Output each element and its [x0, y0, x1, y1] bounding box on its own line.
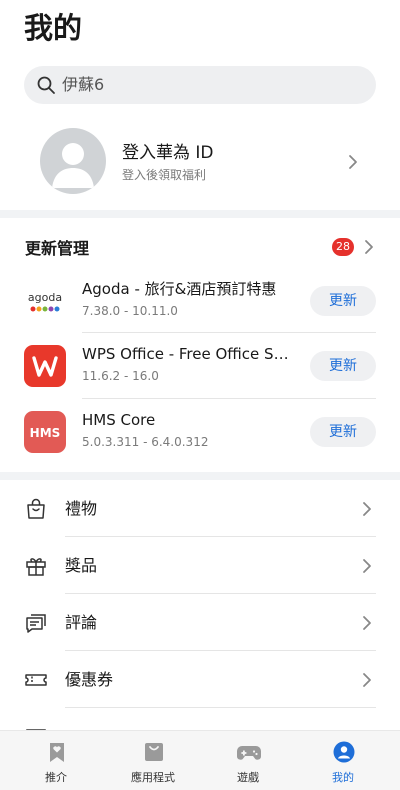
- avatar[interactable]: [40, 128, 106, 194]
- update-management-section: 更新管理 28 agoda Agoda - 旅行&酒店預訂特惠 7.38.0 -…: [0, 218, 400, 472]
- default-avatar-icon: [52, 143, 94, 188]
- comment-icon: [26, 614, 46, 633]
- login-subtitle: 登入後領取福利: [122, 168, 207, 182]
- tab-label: 遊戲: [237, 771, 259, 784]
- menu-item-label: 優惠券: [65, 670, 114, 689]
- tab-games[interactable]: 遊戲: [198, 731, 298, 790]
- chevron-right-icon: [349, 155, 357, 169]
- menu-item-label: 禮物: [65, 499, 98, 518]
- tab-apps[interactable]: 應用程式: [103, 731, 203, 790]
- menu-item-label: 獎品: [65, 556, 98, 575]
- tab-label: 應用程式: [131, 771, 175, 784]
- chevron-right-icon: [363, 673, 371, 687]
- divider: [82, 332, 376, 333]
- chevron-right-icon: [363, 616, 371, 630]
- update-management-heading[interactable]: 更新管理: [25, 239, 89, 259]
- update-button[interactable]: 更新: [310, 417, 376, 447]
- svg-text:HMS: HMS: [30, 426, 61, 440]
- bookmark-heart-icon: [50, 743, 64, 762]
- app-version: 7.38.0 - 10.11.0: [82, 304, 178, 318]
- person-icon: [333, 741, 355, 763]
- page-title: 我的: [24, 11, 83, 45]
- app-name: Agoda - 旅行&酒店預訂特惠: [82, 280, 277, 298]
- menu-item-label: 評論: [65, 613, 98, 632]
- menu-item-gifts[interactable]: 禮物: [0, 480, 400, 537]
- menu-item-coupons[interactable]: 優惠券: [0, 651, 400, 708]
- top-section: 我的 伊蘇6 登入華為 ID 登入後領取福利: [0, 0, 400, 210]
- search-input[interactable]: 伊蘇6: [62, 66, 104, 104]
- agoda-logo-icon: agoda: [24, 280, 66, 322]
- tab-recommend[interactable]: 推介: [6, 731, 106, 790]
- update-button[interactable]: 更新: [310, 351, 376, 381]
- chevron-right-icon: [363, 502, 371, 516]
- tab-label: 推介: [45, 771, 67, 784]
- app-name: WPS Office - Free Office Suit for...: [82, 345, 297, 363]
- search-icon: [37, 76, 55, 94]
- tab-me[interactable]: 我的: [293, 731, 393, 790]
- svg-text:agoda: agoda: [28, 291, 62, 304]
- update-button[interactable]: 更新: [310, 286, 376, 316]
- tab-label: 我的: [332, 771, 354, 784]
- wps-office-logo-icon: [24, 345, 66, 387]
- shopping-bag-icon: [145, 743, 163, 761]
- coupon-icon: [25, 674, 47, 686]
- gamepad-icon: [236, 746, 262, 760]
- app-version: 5.0.3.311 - 6.4.0.312: [82, 435, 209, 449]
- divider: [82, 398, 376, 399]
- chevron-right-icon: [363, 559, 371, 573]
- gift-bag-icon: [27, 498, 45, 519]
- chevron-right-icon[interactable]: [362, 237, 376, 257]
- login-title[interactable]: 登入華為 ID: [122, 142, 214, 164]
- menu-list: 禮物 獎品 評論 優惠券: [0, 480, 400, 740]
- gift-box-icon: [26, 558, 46, 576]
- app-row-hms-core[interactable]: HMS HMS Core 5.0.3.311 - 6.4.0.312 更新: [0, 406, 400, 472]
- menu-item-reviews[interactable]: 評論: [0, 594, 400, 651]
- app-name: HMS Core: [82, 411, 156, 429]
- app-row-wps[interactable]: WPS Office - Free Office Suit for... 11.…: [0, 340, 400, 406]
- account-row[interactable]: 登入華為 ID 登入後領取福利: [0, 122, 400, 202]
- update-count-badge: 28: [332, 238, 354, 256]
- app-version: 11.6.2 - 16.0: [82, 369, 159, 383]
- bottom-nav: 推介 應用程式 遊戲 我的: [0, 730, 400, 790]
- menu-item-prizes[interactable]: 獎品: [0, 537, 400, 594]
- search-bar[interactable]: 伊蘇6: [24, 66, 376, 104]
- hms-core-logo-icon: HMS: [24, 411, 66, 453]
